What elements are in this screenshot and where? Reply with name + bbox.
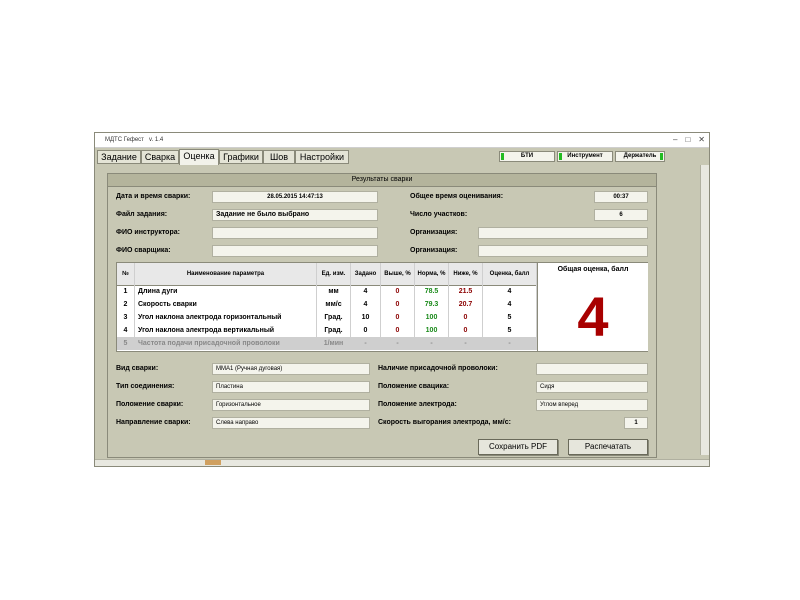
table-row: 1 Длина дуги мм 4 0 78.5 21.5 4 <box>117 285 537 298</box>
table-row: 2 Скорость сварки мм/с 4 0 79.3 20.7 4 <box>117 298 537 311</box>
date-label: Дата и время сварки: <box>116 193 191 200</box>
table-row: 4 Угол наклона электрода вертикальный Гр… <box>117 324 537 337</box>
col-num: № <box>117 263 135 285</box>
burn-rate-label: Скорость выгорания электрода, мм/с: <box>378 419 511 426</box>
col-norm: Норма, % <box>415 263 449 285</box>
weld-type-label: Вид сварки: <box>116 365 159 372</box>
col-name: Наименование параметра <box>135 263 317 285</box>
minimize-icon[interactable]: – <box>673 133 677 147</box>
electrode-pos-field: Углом вперед <box>536 399 648 411</box>
vertical-scrollbar[interactable] <box>700 165 709 455</box>
col-below: Ниже, % <box>449 263 483 285</box>
col-score: Оценка, балл <box>483 263 537 285</box>
print-button[interactable]: Распечатать <box>568 439 648 455</box>
status-led-icon <box>660 153 663 160</box>
instructor-field[interactable] <box>212 227 378 239</box>
segments-label: Число участков: <box>410 211 468 218</box>
table-row: 5 Частота подачи присадочной проволоки 1… <box>117 337 537 350</box>
welder-pos-label: Положение свацика: <box>378 383 450 390</box>
org1-field[interactable] <box>478 227 648 239</box>
direction-label: Направление сварки: <box>116 419 191 426</box>
weld-pos-label: Положение сварки: <box>116 401 184 408</box>
filler-field <box>536 363 648 375</box>
direction-field: Слева направо <box>212 417 370 429</box>
col-unit: Ед. изм. <box>317 263 351 285</box>
electrode-pos-label: Положение электрода: <box>378 401 457 408</box>
joint-label: Тип соединения: <box>116 383 175 390</box>
status-led-icon <box>559 153 562 160</box>
results-panel: Результаты сварки Дата и время сварки: 2… <box>107 173 657 458</box>
org2-field[interactable] <box>478 245 648 257</box>
app-window: МДТС Гефест v. 1.4 – □ ✕ Задание Сварка … <box>94 132 710 467</box>
total-time-field: 00:37 <box>594 191 648 203</box>
maximize-icon[interactable]: □ <box>685 133 690 147</box>
instructor-label: ФИО инструктора: <box>116 229 180 236</box>
overall-score-label: Общая оценка, балл <box>557 266 629 273</box>
horizontal-scrollbar[interactable] <box>95 459 709 466</box>
filler-label: Наличие присадочной проволоки: <box>378 365 498 372</box>
date-field: 28.05.2015 14:47:13 <box>212 191 378 203</box>
welder-label: ФИО сварщика: <box>116 247 171 254</box>
org1-label: Организация: <box>410 229 458 236</box>
parameters-table: № Наименование параметра Ед. изм. Задано… <box>116 262 648 352</box>
tab-seam[interactable]: Шов <box>263 150 295 164</box>
col-set: Задано <box>351 263 381 285</box>
weld-type-field: MMA1 (Ручная дуговая) <box>212 363 370 375</box>
tab-graphs[interactable]: Графики <box>219 150 263 164</box>
weld-pos-field: Горизонтальное <box>212 399 370 411</box>
status-led-icon <box>501 153 504 160</box>
indicator-bti: БТИ <box>499 151 555 162</box>
welder-pos-field: Сидя <box>536 381 648 393</box>
burn-rate-field: 1 <box>624 417 648 429</box>
joint-field: Пластина <box>212 381 370 393</box>
close-icon[interactable]: ✕ <box>698 133 705 147</box>
total-time-label: Общее время оценивания: <box>410 193 504 200</box>
segments-field: 6 <box>594 209 648 221</box>
overall-score-box: Общая оценка, балл 4 <box>537 263 648 351</box>
table-header: № Наименование параметра Ед. изм. Задано… <box>117 263 537 286</box>
col-above: Выше, % <box>381 263 415 285</box>
window-version: v. 1.4 <box>149 137 164 143</box>
org2-label: Организация: <box>410 247 458 254</box>
save-pdf-button[interactable]: Сохранить PDF <box>478 439 558 455</box>
scrollbar-thumb[interactable] <box>205 460 221 465</box>
tab-settings[interactable]: Настройки <box>295 150 349 164</box>
task-file-field: Задание не было выбрано <box>212 209 378 221</box>
tab-evaluation[interactable]: Оценка <box>179 149 219 165</box>
indicator-holder: Держатель <box>615 151 665 162</box>
indicator-instrument: Инструмент <box>557 151 613 162</box>
task-file-label: Файл задания: <box>116 211 168 218</box>
tab-task[interactable]: Задание <box>97 150 141 164</box>
tab-welding[interactable]: Сварка <box>141 150 179 164</box>
welder-field[interactable] <box>212 245 378 257</box>
table-row: 3 Угол наклона электрода горизонтальный … <box>117 311 537 324</box>
overall-score-value: 4 <box>577 285 609 348</box>
title-bar: МДТС Гефест v. 1.4 – □ ✕ <box>95 133 709 148</box>
panel-title: Результаты сварки <box>108 174 656 187</box>
window-title: МДТС Гефест <box>105 137 144 143</box>
